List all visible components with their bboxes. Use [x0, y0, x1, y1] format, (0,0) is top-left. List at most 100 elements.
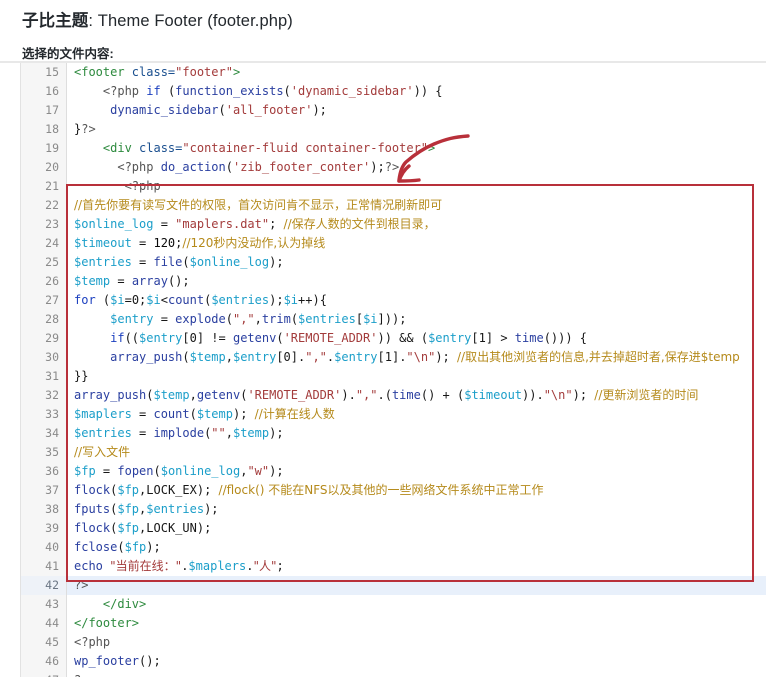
token-pln: =0; [124, 293, 147, 307]
token-var: $entries [74, 255, 132, 269]
token-php: <?php [74, 635, 111, 649]
token-fn: fopen [117, 464, 154, 478]
code-line[interactable]: 34 $entries = implode("",$temp); [21, 424, 766, 443]
code-line[interactable]: 26 $temp = array(); [21, 272, 766, 291]
code-line[interactable]: 15 <footer class="footer"> [21, 63, 766, 82]
code-line[interactable]: 28 $entry = explode(",",trim($entries[$i… [21, 310, 766, 329]
line-content[interactable]: if(($entry[0] != getenv('REMOTE_ADDR')) … [67, 329, 766, 348]
token-pln: = [153, 312, 176, 326]
code-line[interactable]: 43 </div> [21, 595, 766, 614]
line-content[interactable]: array_push($temp,getenv('REMOTE_ADDR')."… [67, 386, 766, 405]
line-content[interactable]: flock($fp,LOCK_UN); [67, 519, 766, 538]
code-line[interactable]: 37 flock($fp,LOCK_EX); //flock() 不能在NFS以及… [21, 481, 766, 500]
line-content[interactable]: $fp = fopen($online_log,"w"); [67, 462, 766, 481]
token-var: $temp [196, 407, 233, 421]
line-content[interactable]: $entries = file($online_log); [67, 253, 766, 272]
page-title-separator: : [88, 12, 98, 30]
code-line[interactable]: 30 array_push($temp,$entry[0].",".$entry… [21, 348, 766, 367]
code-line[interactable]: 32 array_push($temp,getenv('REMOTE_ADDR')… [21, 386, 766, 405]
code-line[interactable]: 25 $entries = file($online_log); [21, 253, 766, 272]
token-fn: count [167, 293, 205, 307]
line-content[interactable]: echo "当前在线：".$maplers."人"; [67, 557, 766, 576]
line-number: 27 [21, 291, 67, 310]
code-line[interactable]: 16 <?php if (function_exists('dynamic_si… [21, 82, 766, 101]
token-fn: count [153, 407, 190, 421]
code-line[interactable]: 17 dynamic_sidebar('all_footer'); [21, 101, 766, 120]
token-pln: ); [435, 350, 458, 364]
line-content[interactable]: }} [67, 367, 766, 386]
line-content[interactable]: <?php do_action('zib_footer_conter');?> [67, 158, 766, 177]
code-line[interactable]: 22 //首先你要有读写文件的权限，首次访问肯不显示，正常情况刷新即可 [21, 196, 766, 215]
code-line[interactable]: 35 //写入文件 [21, 443, 766, 462]
line-content[interactable]: $timeout = 120;//120秒内没动作,认为掉线 [67, 234, 766, 253]
token-pln [74, 103, 110, 117]
line-content[interactable]: array_push($temp,$entry[0].",".$entry[1]… [67, 348, 766, 367]
line-content[interactable]: for ($i=0;$i<count($entries);$i++){ [67, 291, 766, 310]
code-line[interactable]: 24 $timeout = 120;//120秒内没动作,认为掉线 [21, 234, 766, 253]
line-content[interactable]: </footer> [67, 614, 766, 633]
line-content[interactable]: $online_log = "maplers.dat"; //保存人数的文件到根… [67, 215, 766, 234]
line-number: 36 [21, 462, 67, 481]
code-line[interactable]: 40 fclose($fp); [21, 538, 766, 557]
token-pln: ( [153, 464, 161, 478]
code-line[interactable]: 27 for ($i=0;$i<count($entries);$i++){ [21, 291, 766, 310]
token-pln: [1]. [377, 350, 407, 364]
code-line[interactable]: 33 $maplers = count($temp); //计算在线人数 [21, 405, 766, 424]
line-content[interactable]: dynamic_sidebar('all_footer'); [67, 101, 766, 120]
line-content[interactable]: <footer class="footer"> [67, 63, 766, 82]
line-content[interactable]: //首先你要有读写文件的权限，首次访问肯不显示，正常情况刷新即可 [67, 196, 766, 215]
line-content[interactable]: fputs($fp,$entries); [67, 500, 766, 519]
token-var: $online_log [74, 217, 154, 231]
line-content[interactable]: $maplers = count($temp); //计算在线人数 [67, 405, 766, 424]
code-line[interactable]: 31}} [21, 367, 766, 386]
line-number: 19 [21, 139, 67, 158]
line-content[interactable]: }?> [67, 120, 766, 139]
code-line[interactable]: 44 </footer> [21, 614, 766, 633]
line-content[interactable]: $entries = implode("",$temp); [67, 424, 766, 443]
line-number: 17 [21, 101, 67, 120]
code-line[interactable]: 42 ?> [21, 576, 766, 595]
line-content[interactable]: </div> [67, 595, 766, 614]
code-line[interactable]: 29 if(($entry[0] != getenv('REMOTE_ADDR'… [21, 329, 766, 348]
token-pln: ++){ [298, 293, 327, 307]
line-content[interactable]: <div class="container-fluid container-fo… [67, 139, 766, 158]
token-var: $fp [74, 464, 96, 478]
code-line[interactable]: 20 <?php do_action('zib_footer_conter');… [21, 158, 766, 177]
line-number: 42 [21, 576, 67, 595]
code-line[interactable]: 23 $online_log = "maplers.dat"; //保存人数的文件… [21, 215, 766, 234]
line-content[interactable]: <?php if (function_exists('dynamic_sideb… [67, 82, 766, 101]
token-var: $online_log [160, 464, 241, 478]
line-number: 18 [21, 120, 67, 139]
line-content[interactable]: ?> [67, 671, 766, 677]
code-editor[interactable]: 15 <footer class="footer"> 16 <?php if (fu… [20, 63, 766, 677]
selected-file-label: 选择的文件内容: [22, 47, 114, 61]
code-line[interactable]: 21 <?php [21, 177, 766, 196]
token-pln: < [160, 293, 168, 307]
token-pln: .( [377, 388, 392, 402]
code-line[interactable]: 39 flock($fp,LOCK_UN); [21, 519, 766, 538]
line-content[interactable]: $temp = array(); [67, 272, 766, 291]
line-content[interactable]: //写入文件 [67, 443, 766, 462]
line-content[interactable]: fclose($fp); [67, 538, 766, 557]
code-line[interactable]: 38 fputs($fp,$entries); [21, 500, 766, 519]
code-line[interactable]: 18}?> [21, 120, 766, 139]
code-line[interactable]: 41 echo "当前在线：".$maplers."人"; [21, 557, 766, 576]
token-pln: ( [189, 407, 197, 421]
line-content[interactable]: ?> [66, 576, 766, 595]
code-line[interactable]: 47 ?> [21, 671, 766, 677]
line-content[interactable]: $entry = explode(",",trim($entries[$i]))… [67, 310, 766, 329]
token-pln: ); [269, 426, 284, 440]
token-pln: ( [283, 84, 291, 98]
code-line[interactable]: 36 $fp = fopen($online_log,"w"); [21, 462, 766, 481]
code-line[interactable]: 46 wp_footer(); [21, 652, 766, 671]
line-content[interactable]: <?php [67, 633, 766, 652]
code-line[interactable]: 45 <?php [21, 633, 766, 652]
line-content[interactable]: wp_footer(); [67, 652, 766, 671]
token-php: <?php [124, 179, 161, 193]
line-number: 22 [21, 196, 67, 215]
line-content[interactable]: <?php [67, 177, 766, 196]
code-line[interactable]: 19 <div class="container-fluid container… [21, 139, 766, 158]
token-attr: class= [131, 65, 176, 79]
token-kw: for [74, 293, 96, 307]
line-content[interactable]: flock($fp,LOCK_EX); //flock() 不能在NFS以及其他… [67, 481, 766, 500]
